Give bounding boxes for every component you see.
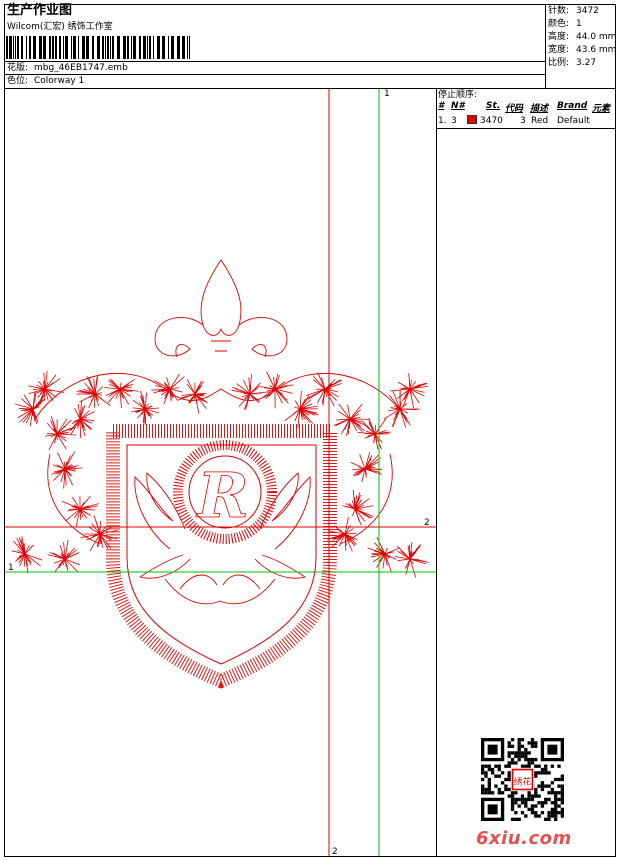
colors-label: 颜色: — [548, 19, 570, 29]
divider — [5, 74, 546, 75]
col-header-needle: N# — [451, 101, 465, 111]
svg-text:R: R — [195, 459, 249, 532]
stop-sequence-title: 停止顺序: — [438, 90, 478, 100]
divider — [436, 89, 437, 857]
qr-stamp: 绣花 — [514, 775, 532, 787]
guide-label-right: 2 — [424, 518, 430, 528]
file-label: 花版: — [7, 63, 29, 73]
ratio-value: 3.27 — [576, 58, 597, 68]
colorway-name: Colorway 1 — [34, 76, 85, 86]
stitches-value: 3472 — [576, 6, 599, 16]
watermark: 6xiu.com — [476, 828, 572, 849]
col-header-index: # — [438, 101, 445, 111]
row-index: 1. — [438, 116, 447, 126]
row-stitches: 3470 — [480, 116, 503, 126]
guide-label-top: 1 — [384, 89, 390, 99]
file-name: mbg_46EB1747.emb — [34, 63, 128, 73]
row-brand: Default — [557, 116, 590, 126]
embroidery-preview: R — [5, 89, 436, 856]
page-title: 生产作业图 — [7, 3, 73, 18]
divider — [545, 5, 546, 89]
width-value: 43.6 mm — [576, 45, 617, 55]
divider — [5, 61, 546, 62]
colorway-label: 色位: — [7, 76, 29, 86]
row-code: 3 — [520, 116, 526, 126]
col-header-brand: Brand — [557, 101, 588, 111]
guide-label-bottom: 2 — [332, 847, 338, 857]
col-header-stitches: St. — [486, 101, 501, 111]
barcode — [6, 36, 190, 59]
height-value: 44.0 mm — [576, 32, 617, 42]
height-label: 高度: — [548, 32, 570, 42]
row-desc: Red — [531, 116, 549, 126]
divider — [437, 128, 616, 129]
row-needle: 3 — [451, 116, 457, 126]
guide-label-left: 1 — [8, 563, 14, 573]
stitches-label: 针数: — [548, 6, 570, 16]
col-header-code: 代码 — [505, 104, 524, 114]
col-header-desc: 描述 — [530, 104, 549, 114]
qr-code: 绣花 — [481, 738, 564, 821]
ratio-label: 比例: — [548, 58, 570, 68]
col-header-element: 元素 — [592, 104, 611, 114]
studio-name: Wilcom(汇宏) 绣饰工作室 — [7, 22, 113, 32]
colors-value: 1 — [576, 19, 582, 29]
color-swatch — [467, 115, 477, 124]
width-label: 宽度: — [548, 45, 570, 55]
